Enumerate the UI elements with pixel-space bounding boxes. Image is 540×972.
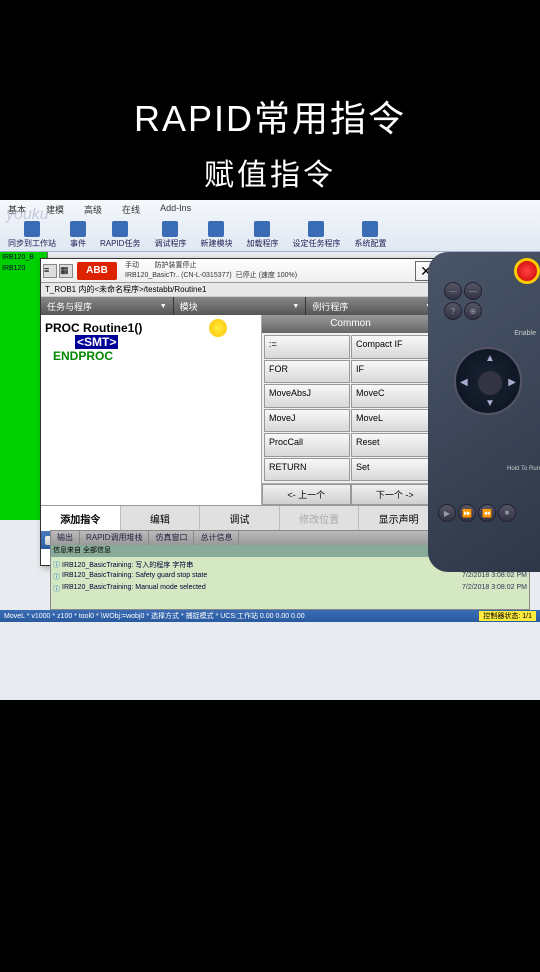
status-bar: 手动 防护装置停止 IRB120_BasicTr.. (CN-L-0315377… — [121, 261, 413, 281]
event-icon — [70, 221, 86, 237]
enable-label: Enable — [514, 330, 536, 337]
log-tab[interactable]: 输出 — [51, 531, 80, 545]
stop-button[interactable]: ⏹ — [498, 504, 516, 522]
ribbon-button[interactable]: 事件 — [70, 221, 86, 249]
abb-logo: ABB — [77, 262, 117, 280]
debug-tab[interactable]: 调试 — [200, 506, 280, 531]
modify-position-tab[interactable]: 修改位置 — [280, 506, 360, 531]
pendant-header: ≡ ▦ ABB 手动 防护装置停止 IRB120_BasicTr.. (CN-L… — [41, 259, 439, 283]
pendant-bottom-tabs: 添加指令 编辑 调试 修改位置 显示声明 — [41, 505, 439, 531]
log-row[interactable]: IRB120_BasicTraining: Safety guard stop … — [53, 571, 527, 583]
instruction-button[interactable]: ProcCall — [264, 433, 350, 457]
hw-button-cluster: — — ? ⊕ — [444, 282, 482, 320]
arrow-down-icon: ▼ — [485, 398, 495, 409]
log-row[interactable]: IRB120_BasicTraining: Manual mode select… — [53, 583, 527, 595]
log-tab[interactable]: RAPID调用堆栈 — [80, 531, 149, 545]
prev-button[interactable]: <- 上一个 — [262, 484, 351, 505]
flexpendant-window: ≡ ▦ ABB 手动 防护装置停止 IRB120_BasicTr.. (CN-L… — [40, 258, 440, 566]
step-back-button[interactable]: ⏪ — [478, 504, 496, 522]
ribbon-tab[interactable]: 在线 — [118, 202, 144, 217]
hold-to-run-label: Hold To Run — [507, 466, 540, 472]
instruction-button[interactable]: Reset — [351, 433, 437, 457]
instruction-category[interactable]: Common — [262, 315, 439, 333]
hw-button-cluster: ▶ ⏩ ⏪ ⏹ — [438, 504, 516, 522]
ribbon-button[interactable]: 新建模块 — [200, 221, 232, 249]
instruction-button[interactable]: MoveC — [351, 384, 437, 408]
step-fwd-button[interactable]: ⏩ — [458, 504, 476, 522]
title-line-2: 赋值指令 — [0, 150, 540, 194]
log-tab[interactable]: 仿真窗口 — [149, 531, 194, 545]
next-button[interactable]: 下一个 -> — [351, 484, 440, 505]
hw-button[interactable]: ? — [444, 302, 462, 320]
log-tab[interactable]: 总计信息 — [194, 531, 239, 545]
dropdown-row: 任务与程序 模块 例行程序 — [41, 297, 439, 315]
ribbon-tab[interactable]: 高级 — [80, 202, 106, 217]
arrow-left-icon: ◀ — [460, 377, 468, 388]
joystick[interactable]: ▲ ▼ ◀ ▶ — [454, 347, 522, 415]
code-line: ENDPROC — [53, 349, 257, 363]
video-title-overlay: RAPID常用指令 赋值指令 — [0, 90, 540, 194]
ribbon-button[interactable]: 系统配置 — [354, 221, 386, 249]
instruction-button[interactable]: Compact IF — [351, 335, 437, 359]
ribbon-button[interactable]: RAPID任务 — [100, 221, 140, 249]
ribbon-button[interactable]: 同步到工作站 — [8, 221, 56, 249]
task-dropdown[interactable]: 任务与程序 — [41, 297, 174, 315]
teach-pendant-hardware: — — ? ⊕ Enable ▲ ▼ ◀ ▶ Hold To Run ▶ ⏩ ⏪… — [428, 252, 540, 572]
footer-right: 控制器状态: 1/1 — [479, 611, 536, 621]
instruction-button[interactable]: MoveJ — [264, 409, 350, 433]
module-dropdown[interactable]: 模块 — [174, 297, 307, 315]
task-icon — [308, 221, 324, 237]
title-line-1: RAPID常用指令 — [0, 90, 540, 142]
load-icon — [254, 221, 270, 237]
hw-button[interactable]: — — [444, 282, 462, 300]
instruction-nav: <- 上一个 下一个 -> — [262, 483, 439, 505]
module-icon — [208, 221, 224, 237]
instruction-grid: := Compact IF FOR IF MoveAbsJ MoveC Move… — [262, 333, 439, 483]
ribbon-button[interactable]: 设定任务程序 — [292, 221, 340, 249]
code-editor-area: PROC Routine1() <SMT> ENDPROC Common := … — [41, 315, 439, 505]
instruction-button[interactable]: IF — [351, 360, 437, 384]
emergency-stop-button[interactable] — [514, 258, 540, 284]
breadcrumb: T_ROB1 内的<未命名程序>/testabb/Routine1 — [41, 283, 439, 297]
play-button[interactable]: ▶ — [438, 504, 456, 522]
footer-left: MoveL * v1000 * z100 * tool0 * \WObj:=wo… — [4, 611, 305, 621]
add-instruction-tab[interactable]: 添加指令 — [41, 506, 121, 531]
ribbon-buttons: 同步到工作站 事件 RAPID任务 调试程序 新建模块 加载程序 设定任务程序 … — [0, 219, 540, 251]
status-footer: MoveL * v1000 * z100 * tool0 * \WObj:=wo… — [0, 610, 540, 622]
instruction-button[interactable]: := — [264, 335, 350, 359]
rapid-icon — [112, 221, 128, 237]
instruction-button[interactable]: RETURN — [264, 458, 350, 482]
instruction-button[interactable]: MoveAbsJ — [264, 384, 350, 408]
instruction-panel: Common := Compact IF FOR IF MoveAbsJ Mov… — [261, 315, 439, 505]
arrow-up-icon: ▲ — [485, 353, 495, 364]
code-line-selected[interactable]: <SMT> — [75, 335, 118, 349]
code-text[interactable]: PROC Routine1() <SMT> ENDPROC — [41, 315, 261, 505]
joystick-center[interactable] — [478, 371, 502, 395]
instruction-button[interactable]: FOR — [264, 360, 350, 384]
hw-button[interactable]: ⊕ — [464, 302, 482, 320]
robotstudio-window: youku 基本 建模 高级 在线 Add-Ins 同步到工作站 事件 RAPI… — [0, 200, 540, 700]
ribbon-tab[interactable]: Add-Ins — [156, 202, 195, 217]
ribbon-toolbar: 基本 建模 高级 在线 Add-Ins 同步到工作站 事件 RAPID任务 调试… — [0, 200, 540, 252]
ribbon-button[interactable]: 加载程序 — [246, 221, 278, 249]
module-icon[interactable]: ▦ — [59, 264, 73, 278]
menu-icon[interactable]: ≡ — [43, 264, 57, 278]
instruction-button[interactable]: MoveL — [351, 409, 437, 433]
hw-button[interactable]: — — [464, 282, 482, 300]
instruction-button[interactable]: Set — [351, 458, 437, 482]
config-icon — [362, 221, 378, 237]
arrow-right-icon: ▶ — [508, 377, 516, 388]
routine-dropdown[interactable]: 例行程序 — [306, 297, 439, 315]
debug-icon — [162, 221, 178, 237]
cursor-highlight — [209, 319, 227, 337]
ribbon-button[interactable]: 调试程序 — [154, 221, 186, 249]
edit-tab[interactable]: 编辑 — [121, 506, 201, 531]
ribbon-tabs: 基本 建模 高级 在线 Add-Ins — [0, 200, 540, 219]
youku-watermark: youku — [6, 206, 49, 224]
